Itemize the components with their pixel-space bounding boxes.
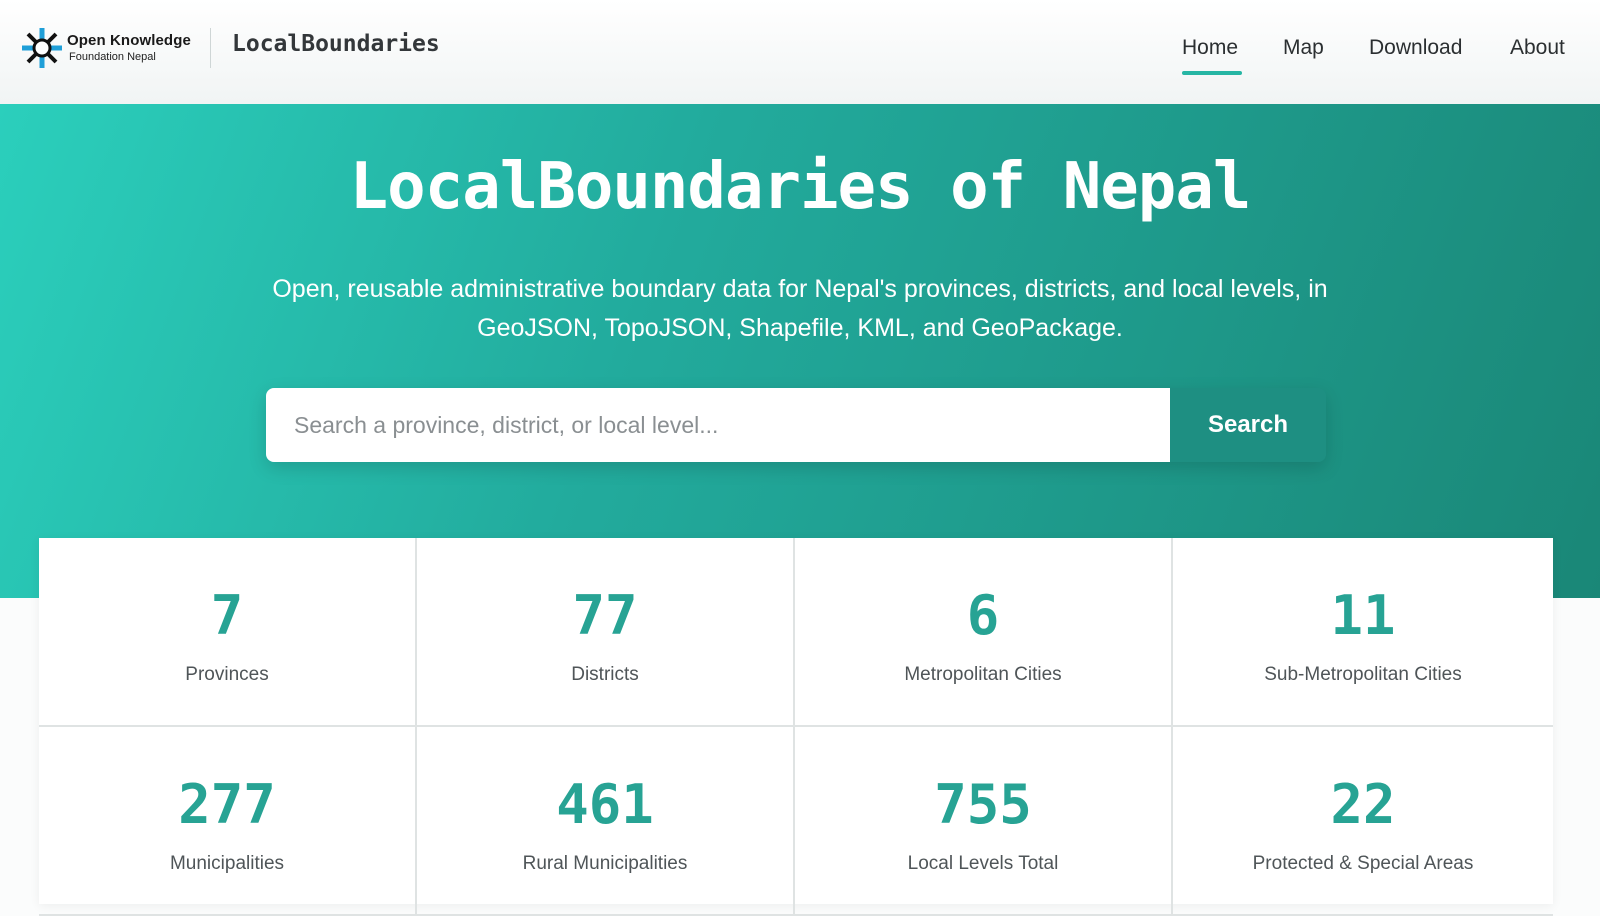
nav-download[interactable]: Download bbox=[1369, 36, 1462, 60]
stat-card-municipalities: 277 Municipalities bbox=[39, 727, 417, 916]
stat-label: Metropolitan Cities bbox=[904, 664, 1062, 685]
stat-label: Protected & Special Areas bbox=[1252, 853, 1474, 874]
stat-label: Sub-Metropolitan Cities bbox=[1264, 664, 1462, 685]
stat-label: Provinces bbox=[185, 664, 269, 685]
org-subtitle: Foundation Nepal bbox=[69, 51, 156, 63]
site-name[interactable]: LocalBoundaries bbox=[232, 31, 440, 57]
hero-description: Open, reusable administrative boundary d… bbox=[272, 275, 1328, 342]
nav-map[interactable]: Map bbox=[1283, 36, 1324, 60]
site-header: Open Knowledge Foundation Nepal LocalBou… bbox=[0, 0, 1600, 104]
stat-label: Rural Municipalities bbox=[522, 853, 688, 874]
stat-value: 755 bbox=[934, 773, 1032, 836]
search-input[interactable] bbox=[266, 388, 1170, 462]
stat-value: 7 bbox=[210, 584, 244, 647]
stat-card-districts: 77 Districts bbox=[417, 538, 795, 727]
stat-value: 6 bbox=[966, 584, 1000, 647]
org-name: Open Knowledge bbox=[67, 32, 191, 49]
stat-card-local-levels-total: 755 Local Levels Total bbox=[795, 727, 1173, 916]
stat-value: 277 bbox=[178, 773, 276, 836]
nav-active-indicator bbox=[1182, 71, 1242, 75]
stats-grid: 7 Provinces 77 Districts 6 Metropolitan … bbox=[39, 538, 1553, 916]
stat-label: Municipalities bbox=[169, 853, 285, 874]
stat-card-provinces: 7 Provinces bbox=[39, 538, 417, 727]
stat-value: 77 bbox=[572, 584, 638, 647]
stat-card-rural-municipalities: 461 Rural Municipalities bbox=[417, 727, 795, 916]
search-button[interactable]: Search bbox=[1170, 388, 1326, 462]
stat-card-protected-special-areas: 22 Protected & Special Areas bbox=[1173, 727, 1553, 916]
search-bar: Search bbox=[266, 388, 1326, 462]
stat-label: Districts bbox=[571, 664, 639, 685]
stat-card-metropolitan-cities: 6 Metropolitan Cities bbox=[795, 538, 1173, 727]
okfn-knot-logo-icon[interactable] bbox=[18, 24, 66, 72]
stat-label: Local Levels Total bbox=[907, 853, 1059, 874]
stat-value: 11 bbox=[1330, 584, 1396, 647]
hero-title: LocalBoundaries of Nepal bbox=[349, 150, 1252, 224]
nav-home[interactable]: Home bbox=[1182, 36, 1238, 60]
stat-value: 22 bbox=[1330, 773, 1396, 836]
nav-about[interactable]: About bbox=[1510, 36, 1565, 60]
stat-card-sub-metropolitan-cities: 11 Sub-Metropolitan Cities bbox=[1173, 538, 1553, 727]
stat-value: 461 bbox=[556, 773, 654, 836]
header-divider bbox=[210, 28, 211, 68]
